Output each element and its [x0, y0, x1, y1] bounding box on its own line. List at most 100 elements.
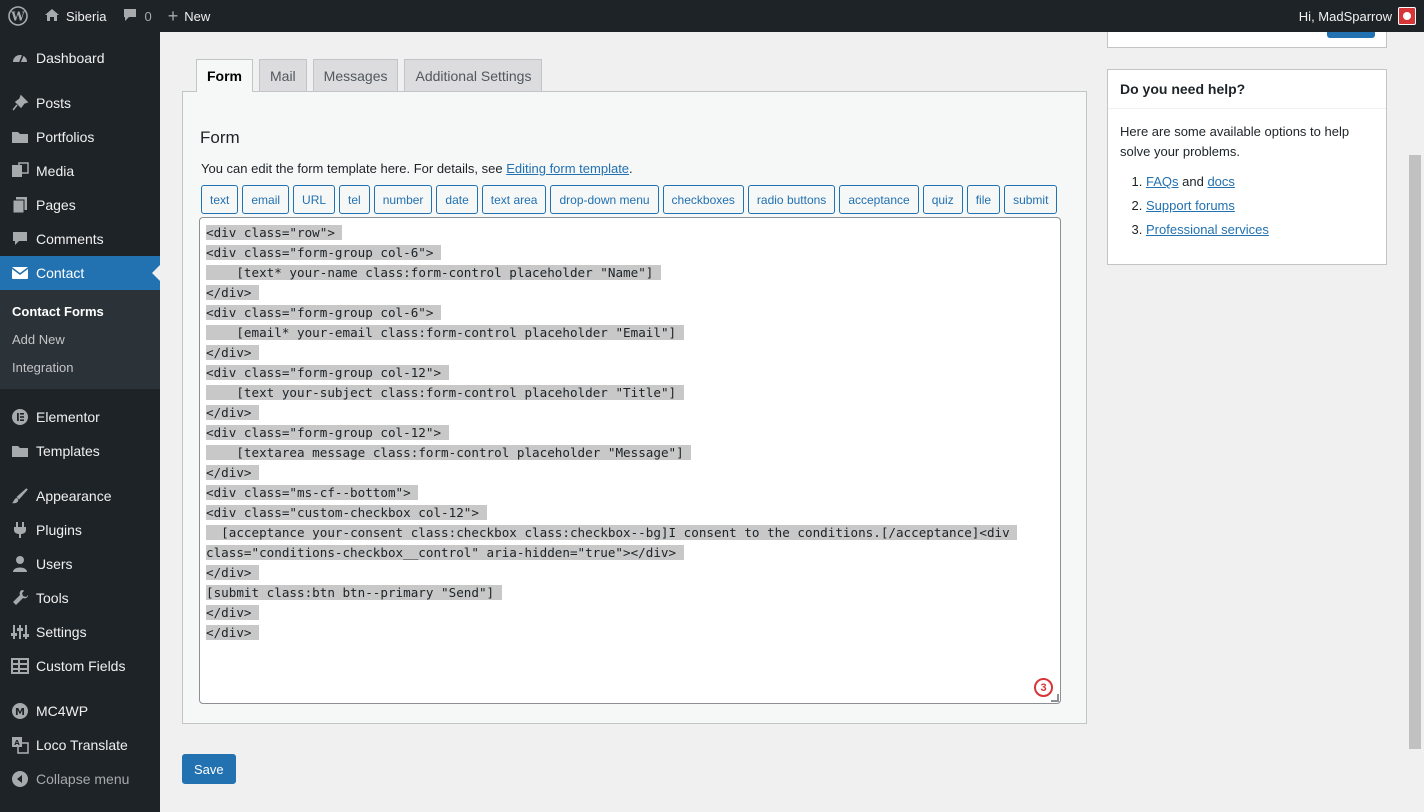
tag-button-url[interactable]: URL — [293, 185, 336, 214]
description-text: You can edit the form template here. For… — [201, 161, 507, 176]
site-name: Siberia — [66, 8, 107, 24]
admin-bar: W Siberia 0 + New Hi, MadSparrow — [0, 0, 1424, 32]
sidebar-item-label: Comments — [36, 231, 104, 247]
sidebar-item-tools[interactable]: Tools — [0, 581, 160, 615]
code-line: [submit class:btn btn--primary "Send"] — [206, 585, 502, 600]
description-end: . — [629, 161, 633, 176]
faqs-link[interactable]: FAQs — [1146, 174, 1179, 189]
save-button[interactable]: Save — [182, 754, 236, 784]
comments-link[interactable]: 0 — [114, 0, 159, 32]
sidebar-item-label: Loco Translate — [36, 737, 128, 753]
sidebar-item-label: Settings — [36, 624, 87, 640]
mail-icon — [10, 263, 30, 283]
tab-mail[interactable]: Mail — [259, 59, 307, 91]
tag-button-acceptance[interactable]: acceptance — [839, 185, 919, 214]
wordpress-logo-icon[interactable]: W — [0, 0, 36, 32]
account-menu[interactable]: Hi, MadSparrow — [1291, 0, 1424, 32]
sidebar-item-comments[interactable]: Comments — [0, 222, 160, 256]
help-and: and — [1178, 174, 1208, 189]
collapse-icon — [10, 769, 30, 789]
code-line: <div class="form-group col-6"> — [206, 245, 442, 260]
sidebar-item-custom-fields[interactable]: Custom Fields — [0, 649, 160, 683]
editing-template-link[interactable]: Editing form template — [506, 161, 629, 176]
dashboard-icon — [10, 48, 30, 68]
code-line: [email* your-email class:form-control pl… — [206, 325, 684, 340]
sidebar-item-contact[interactable]: Contact — [0, 256, 160, 290]
sidebar-item-label: Posts — [36, 95, 72, 111]
contact-submenu: Contact Forms Add New Integration — [0, 290, 160, 389]
help-item: FAQs and docs — [1146, 170, 1386, 194]
mc4wp-icon: M — [10, 701, 30, 721]
help-item: Support forums — [1146, 194, 1386, 218]
comments-count: 0 — [144, 8, 152, 24]
sidebar-item-label: Appearance — [36, 488, 112, 504]
tag-button-date[interactable]: date — [436, 185, 478, 214]
sidebar-item-appearance[interactable]: Appearance — [0, 479, 160, 513]
tag-button-dropdown[interactable]: drop-down menu — [550, 185, 659, 214]
code-line: [textarea message class:form-control pla… — [206, 445, 692, 460]
support-forums-link[interactable]: Support forums — [1146, 198, 1235, 213]
pin-icon — [10, 93, 30, 113]
tab-additional-settings[interactable]: Additional Settings — [404, 59, 543, 91]
form-heading: Form — [200, 128, 240, 147]
brush-icon — [10, 486, 30, 506]
code-line: <div class="form-group col-12"> — [206, 365, 449, 380]
code-line: [acceptance your-consent class:checkbox … — [206, 525, 1018, 560]
tag-button-number[interactable]: number — [373, 185, 433, 214]
tag-button-text[interactable]: text — [201, 185, 239, 214]
code-line: <div class="form-group col-12"> — [206, 425, 449, 440]
sidebar-item-settings[interactable]: Settings — [0, 615, 160, 649]
help-item: Professional services — [1146, 218, 1386, 242]
avatar — [1398, 7, 1416, 25]
submenu-integration[interactable]: Integration — [0, 353, 160, 381]
resize-handle[interactable] — [1051, 694, 1059, 702]
collapse-menu-button[interactable]: Collapse menu — [0, 762, 160, 796]
sidebar-item-posts[interactable]: Posts — [0, 86, 160, 120]
sidebar-item-templates[interactable]: Templates — [0, 434, 160, 468]
form-template-code[interactable]: <div class="row"> <div class="form-group… — [206, 223, 1054, 643]
tag-button-tel[interactable]: tel — [339, 185, 370, 214]
submenu-contact-forms[interactable]: Contact Forms — [0, 297, 160, 325]
submenu-add-new[interactable]: Add New — [0, 325, 160, 353]
code-line: [text your-subject class:form-control pl… — [206, 385, 684, 400]
tab-messages[interactable]: Messages — [312, 59, 399, 91]
code-line: <div class="row"> — [206, 225, 343, 240]
tag-button-checkboxes[interactable]: checkboxes — [662, 185, 744, 214]
sidebar-item-elementor[interactable]: Elementor — [0, 400, 160, 434]
new-content-link[interactable]: + New — [160, 0, 219, 32]
sidebar-item-plugins[interactable]: Plugins — [0, 513, 160, 547]
sidebar-item-users[interactable]: Users — [0, 547, 160, 581]
tab-form[interactable]: Form — [196, 59, 253, 92]
translate-icon: A — [10, 735, 30, 755]
new-label: New — [184, 8, 211, 24]
plug-icon — [10, 520, 30, 540]
docs-link[interactable]: docs — [1207, 174, 1234, 189]
sidebar-item-label: Pages — [36, 197, 76, 213]
page-scrollbar[interactable] — [1408, 32, 1424, 812]
elementor-icon — [10, 407, 30, 427]
sidebar-item-dashboard[interactable]: Dashboard — [0, 41, 160, 75]
home-icon — [44, 8, 60, 25]
site-name-link[interactable]: Siberia — [36, 0, 114, 32]
sidebar-item-portfolios[interactable]: Portfolios — [0, 120, 160, 154]
tag-button-radio[interactable]: radio buttons — [747, 185, 836, 214]
sidebar-item-label: Custom Fields — [36, 658, 126, 674]
sidebar-item-mc4wp[interactable]: M MC4WP — [0, 694, 160, 728]
sidebar-item-label: Contact — [36, 265, 85, 281]
help-list: FAQs and docs Support forums Professiona… — [1108, 162, 1386, 242]
scrollbar-thumb[interactable] — [1409, 155, 1421, 749]
tag-button-email[interactable]: email — [242, 185, 290, 214]
tag-button-quiz[interactable]: quiz — [922, 185, 963, 214]
sidebar-item-media[interactable]: Media — [0, 154, 160, 188]
tag-button-file[interactable]: file — [966, 185, 1001, 214]
professional-services-link[interactable]: Professional services — [1146, 222, 1269, 237]
sidebar-item-pages[interactable]: Pages — [0, 188, 160, 222]
tag-button-textarea[interactable]: text area — [481, 185, 547, 214]
publish-button[interactable] — [1327, 32, 1375, 38]
form-tabs: Form Mail Messages Additional Settings — [196, 59, 548, 92]
tag-button-submit[interactable]: submit — [1004, 185, 1058, 214]
sidebar-item-loco-translate[interactable]: A Loco Translate — [0, 728, 160, 762]
form-template-editor[interactable]: <div class="row"> <div class="form-group… — [199, 217, 1061, 704]
form-description: You can edit the form template here. For… — [201, 161, 633, 176]
folder-icon — [10, 441, 30, 461]
